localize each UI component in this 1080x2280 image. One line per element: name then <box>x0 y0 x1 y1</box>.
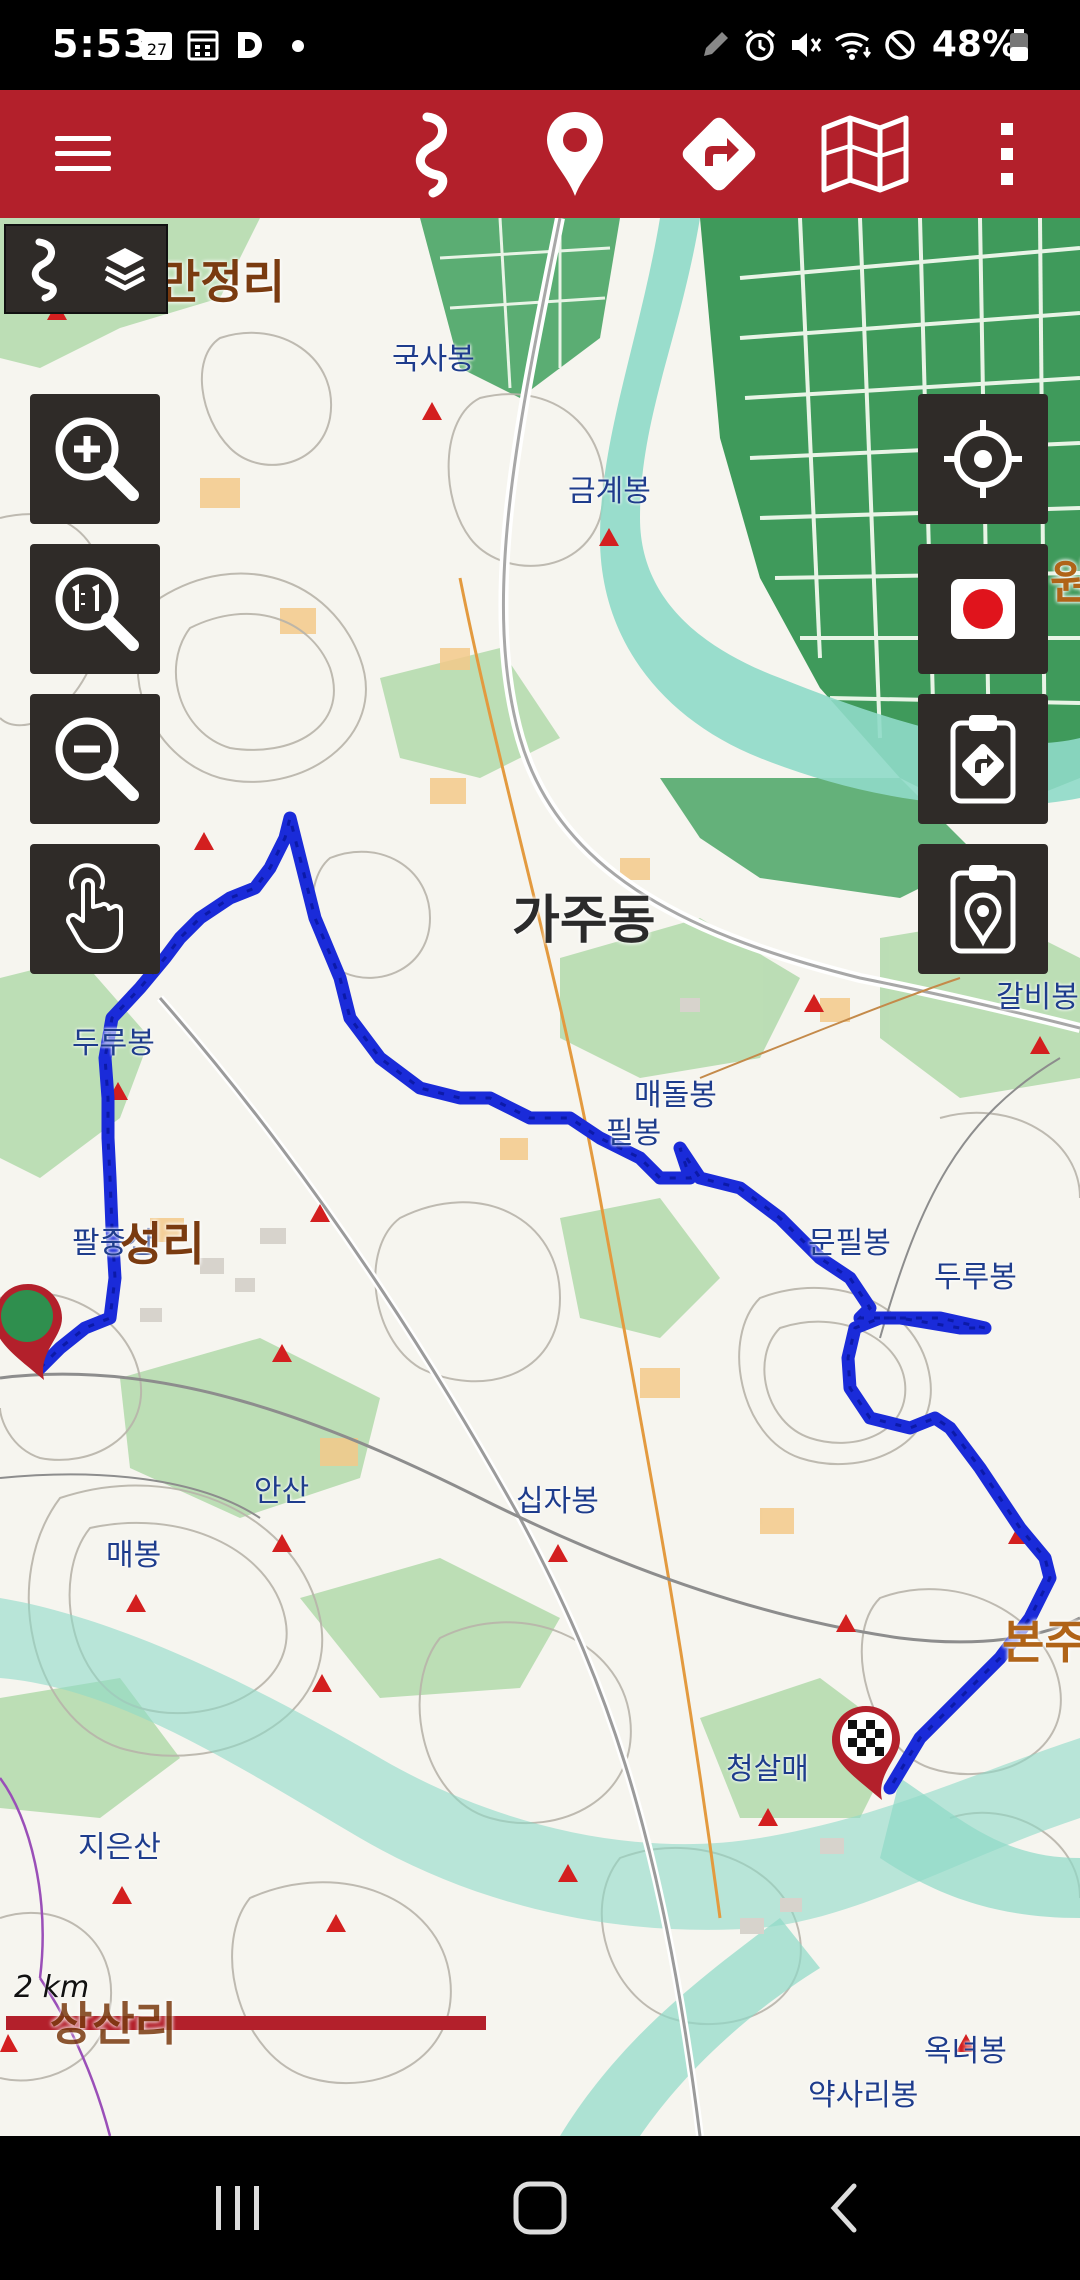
scale-label: 2 km <box>14 1970 90 2005</box>
more-options-button[interactable] <box>952 90 1062 218</box>
status-bar: 5:53 27 48% <box>0 0 1080 90</box>
peak-label-geumgye: 금계봉 <box>568 474 651 509</box>
peak-label-munpil: 문필봉 <box>808 1226 891 1261</box>
calendar-icon: 27 <box>142 32 172 60</box>
app-toolbar <box>0 90 1080 218</box>
record-icon <box>951 579 1015 639</box>
status-time: 5:53 <box>52 22 151 66</box>
route-button[interactable] <box>378 90 488 218</box>
map-button[interactable] <box>810 90 920 218</box>
peak-label-guksa: 국사봉 <box>392 342 475 377</box>
alarm-icon <box>744 29 776 61</box>
waypoint-button[interactable] <box>520 90 630 218</box>
peak-label-galbi: 갈비봉 <box>996 980 1079 1015</box>
locate-icon <box>944 420 1022 498</box>
system-nav-bar <box>0 2136 1080 2280</box>
menu-button[interactable] <box>28 90 138 218</box>
touch-mode-button[interactable] <box>30 844 160 974</box>
peak-label-yaksari: 약사리봉 <box>808 2078 919 2113</box>
more-vertical-icon <box>1001 123 1013 185</box>
zoom-reset-button[interactable] <box>30 544 160 674</box>
peak-label-cheongsal: 청살매 <box>726 1752 809 1787</box>
menu-icon <box>55 136 111 171</box>
record-button[interactable] <box>918 544 1048 674</box>
zoom-in-button[interactable] <box>30 394 160 524</box>
calendar-grid-icon <box>187 30 219 61</box>
recent-apps-icon[interactable] <box>210 2180 266 2236</box>
place-label-manjeong: 만정리 <box>158 255 285 309</box>
place-label-bonju: 본주 <box>1002 1615 1080 1669</box>
layers-icon[interactable] <box>102 244 148 294</box>
waypoint-clipboard-icon <box>950 865 1016 954</box>
back-icon[interactable] <box>820 2180 870 2236</box>
zoom-out-icon <box>55 717 139 801</box>
peak-label-jieun: 지은산 <box>78 1830 161 1865</box>
d-app-icon <box>238 32 262 58</box>
peak-label-an: 안산 <box>254 1474 310 1509</box>
peak-label-mae: 매봉 <box>106 1538 162 1573</box>
do-not-disturb-icon <box>885 30 915 60</box>
battery-icon <box>1010 29 1028 61</box>
waypoint-clipboard-button[interactable] <box>918 844 1048 974</box>
touch-icon <box>66 863 123 953</box>
dot-icon <box>292 40 304 52</box>
mute-icon <box>792 33 822 57</box>
peak-label-pil: 필봉 <box>606 1116 662 1151</box>
zoom-out-button[interactable] <box>30 694 160 824</box>
map-icon <box>821 115 909 193</box>
topo-map[interactable]: 만정리 국사봉 금계봉 가주동 갈비봉 두루봉 매돌봉 필봉 문필봉 두루봉 팔… <box>0 218 1080 2136</box>
layers-panel[interactable] <box>4 224 168 314</box>
route-clipboard-button[interactable] <box>918 694 1048 824</box>
peak-label-oknyeo: 옥녀봉 <box>924 2034 1007 2069</box>
track-icon[interactable] <box>25 236 65 302</box>
waypoint-icon <box>547 112 603 196</box>
zoom-reset-icon <box>55 567 139 651</box>
route-icon <box>416 112 448 198</box>
place-label-gaju: 가주동 <box>512 891 656 951</box>
peak-label-duru-east: 두루봉 <box>934 1260 1017 1295</box>
wifi-icon <box>834 32 871 60</box>
zoom-in-icon <box>55 417 139 501</box>
peak-label-duru-west: 두루봉 <box>72 1026 155 1061</box>
place-label-ri-west: 성리 <box>120 1217 205 1271</box>
peak-label-sipja: 십자봉 <box>516 1484 599 1519</box>
locate-button[interactable] <box>918 394 1048 524</box>
battery-percent: 48% <box>931 24 1018 65</box>
edit-icon <box>704 32 728 56</box>
navigate-button[interactable] <box>664 90 774 218</box>
home-icon[interactable] <box>510 2180 570 2236</box>
svg-text:27: 27 <box>147 40 167 59</box>
place-label-won: 원 <box>1050 555 1080 609</box>
route-clipboard-icon <box>950 715 1016 804</box>
navigate-icon <box>682 117 756 191</box>
